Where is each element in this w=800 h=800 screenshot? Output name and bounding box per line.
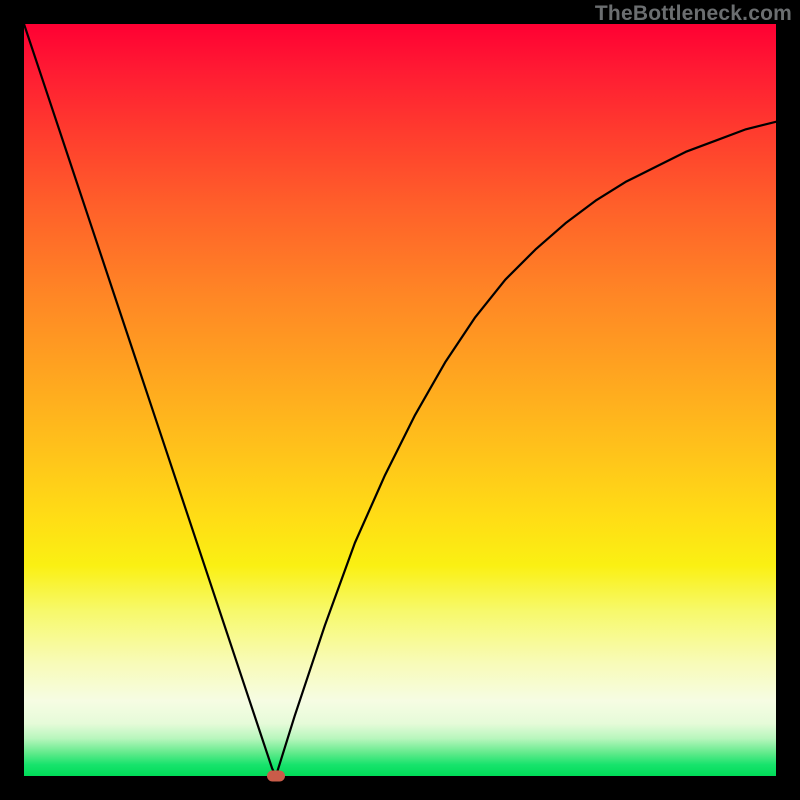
chart-plot-area <box>24 24 776 776</box>
watermark-text: TheBottleneck.com <box>595 2 792 26</box>
bottleneck-curve <box>24 24 776 776</box>
chart-stage: TheBottleneck.com <box>0 0 800 800</box>
optimal-point-marker <box>267 771 285 782</box>
